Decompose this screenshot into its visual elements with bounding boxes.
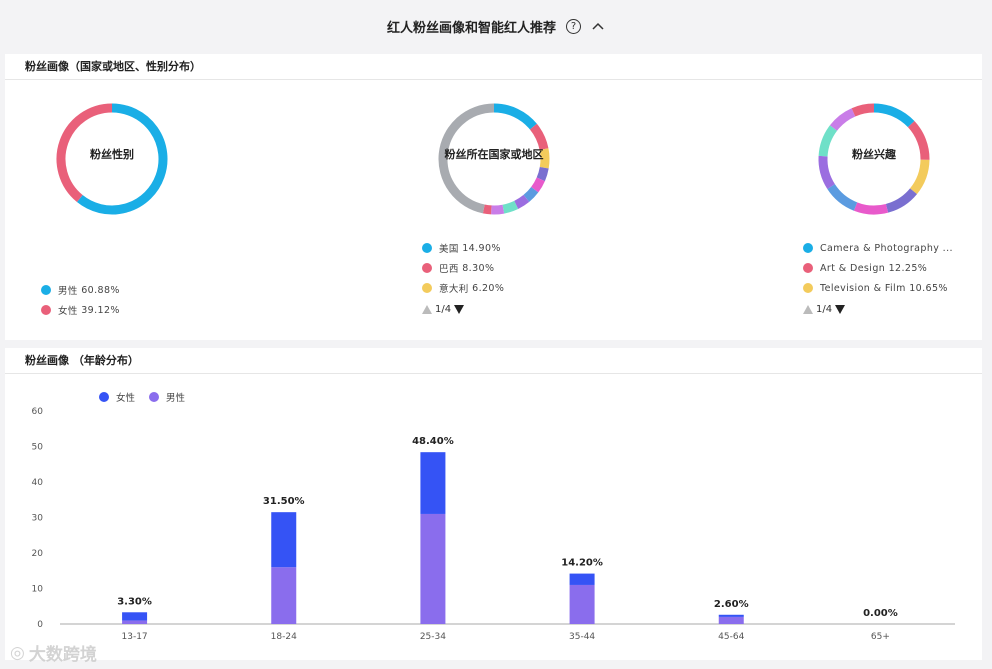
- x-tick-label: 45-64: [718, 632, 744, 642]
- y-tick-label: 10: [32, 585, 44, 595]
- legend-dot: [803, 283, 813, 293]
- legend-dot: [41, 285, 51, 295]
- donut-slice[interactable]: [523, 186, 539, 202]
- bar-total-label: 14.20%: [561, 558, 603, 569]
- page-down-icon[interactable]: [454, 305, 465, 314]
- donut-slice[interactable]: [536, 166, 549, 182]
- age-bar-chart: 0 10 20 30 40 50 60 13-17 3.30% 18-24 31.50% 25-34 4…: [32, 407, 955, 642]
- x-tick-label: 25-34: [420, 632, 446, 642]
- interest-legend: Camera & Photography ... Art & Design 12…: [803, 238, 953, 298]
- donut-slice[interactable]: [853, 202, 889, 215]
- legend-item: 美国 14.90%: [422, 238, 504, 258]
- donut-slice[interactable]: [873, 103, 915, 128]
- donut-slice[interactable]: [493, 103, 537, 130]
- bar-male[interactable]: [271, 567, 297, 624]
- bar-male[interactable]: [718, 616, 744, 624]
- page-up-icon[interactable]: [803, 305, 813, 314]
- donut-slice[interactable]: [531, 177, 545, 193]
- section-header[interactable]: 红人粉丝画像和智能红人推荐 ?: [0, 0, 992, 52]
- legend-dot: [803, 263, 813, 273]
- watermark-logo-icon: ◎: [10, 642, 25, 663]
- country-donut-label: 粉丝所在国家或地区: [444, 148, 544, 161]
- y-tick-label: 30: [32, 514, 44, 524]
- donut-slice[interactable]: [502, 200, 519, 214]
- legend-dot: [41, 305, 51, 315]
- donut-slice[interactable]: [491, 204, 505, 215]
- y-tick-label: 60: [32, 407, 44, 417]
- country-pager: 1/4: [422, 304, 465, 315]
- y-tick-label: 0: [37, 620, 43, 630]
- legend-item: 男性 60.88%: [41, 280, 120, 300]
- legend-item: 意大利 6.20%: [422, 278, 504, 298]
- legend-item: Television & Film 10.65%: [803, 278, 953, 298]
- bar-female[interactable]: [569, 573, 595, 585]
- bar-male[interactable]: [122, 620, 148, 624]
- gender-legend: 男性 60.88% 女性 39.12%: [41, 280, 120, 320]
- section-title: 红人粉丝画像和智能红人推荐: [386, 20, 556, 36]
- donut-slice[interactable]: [885, 188, 917, 213]
- bar-total-label: 48.40%: [412, 436, 454, 447]
- y-tick-label: 20: [32, 549, 44, 559]
- donut-slice[interactable]: [829, 108, 856, 131]
- interest-pager: 1/4: [803, 304, 846, 315]
- country-legend: 美国 14.90% 巴西 8.30% 意大利 6.20%: [422, 238, 504, 298]
- help-icon[interactable]: ?: [566, 18, 581, 34]
- legend-dot: [803, 243, 813, 253]
- donut-slice[interactable]: [514, 194, 530, 209]
- age-distribution-panel: 粉丝画像 （年龄分布） 女性 男性 0 10 20 30 40 50 60 13-17 3.30…: [5, 348, 982, 660]
- legend-dot: [422, 243, 432, 253]
- x-tick-label: 18-24: [271, 632, 297, 642]
- donut-slice[interactable]: [851, 103, 875, 117]
- panel-title: 粉丝画像（国家或地区、性别分布）: [5, 54, 982, 80]
- bar-total-label: 0.00%: [863, 608, 898, 619]
- donut-slice[interactable]: [827, 183, 858, 211]
- page-indicator: 1/4: [435, 304, 452, 315]
- gender-donut-label: 粉丝性别: [90, 148, 134, 161]
- bar-male[interactable]: [420, 513, 446, 624]
- bar-female[interactable]: [718, 614, 744, 617]
- page-up-icon[interactable]: [422, 305, 432, 314]
- legend-item: 巴西 8.30%: [422, 258, 504, 278]
- x-tick-label: 65+: [871, 632, 890, 642]
- legend-dot: [422, 283, 432, 293]
- legend-item: Art & Design 12.25%: [803, 258, 953, 278]
- bar-female[interactable]: [271, 512, 297, 568]
- y-tick-label: 50: [32, 443, 44, 453]
- bar-total-label: 2.60%: [714, 599, 749, 610]
- page-indicator: 1/4: [816, 304, 833, 315]
- chevron-up-icon[interactable]: [591, 19, 605, 33]
- watermark: ◎ 大数跨境: [10, 642, 97, 666]
- x-tick-label: 35-44: [569, 632, 595, 642]
- donut-slice[interactable]: [909, 159, 930, 195]
- bar-total-label: 3.30%: [117, 596, 152, 607]
- legend-item: Camera & Photography ...: [803, 238, 953, 258]
- page-down-icon[interactable]: [835, 305, 846, 314]
- bar-female[interactable]: [420, 452, 446, 514]
- donut-slice[interactable]: [482, 204, 492, 215]
- legend-dot: [422, 263, 432, 273]
- legend-item: 女性 39.12%: [41, 300, 120, 320]
- bar-male[interactable]: [569, 584, 595, 624]
- x-tick-label: 13-17: [122, 632, 148, 642]
- bar-total-label: 31.50%: [263, 496, 305, 507]
- fan-profile-panel: 粉丝画像（国家或地区、性别分布） 粉丝性别 男性 60.88% 女性 39.12…: [5, 54, 982, 340]
- interest-donut-label: 粉丝兴趣: [852, 148, 896, 161]
- y-tick-label: 40: [32, 478, 44, 488]
- bar-female[interactable]: [122, 612, 148, 621]
